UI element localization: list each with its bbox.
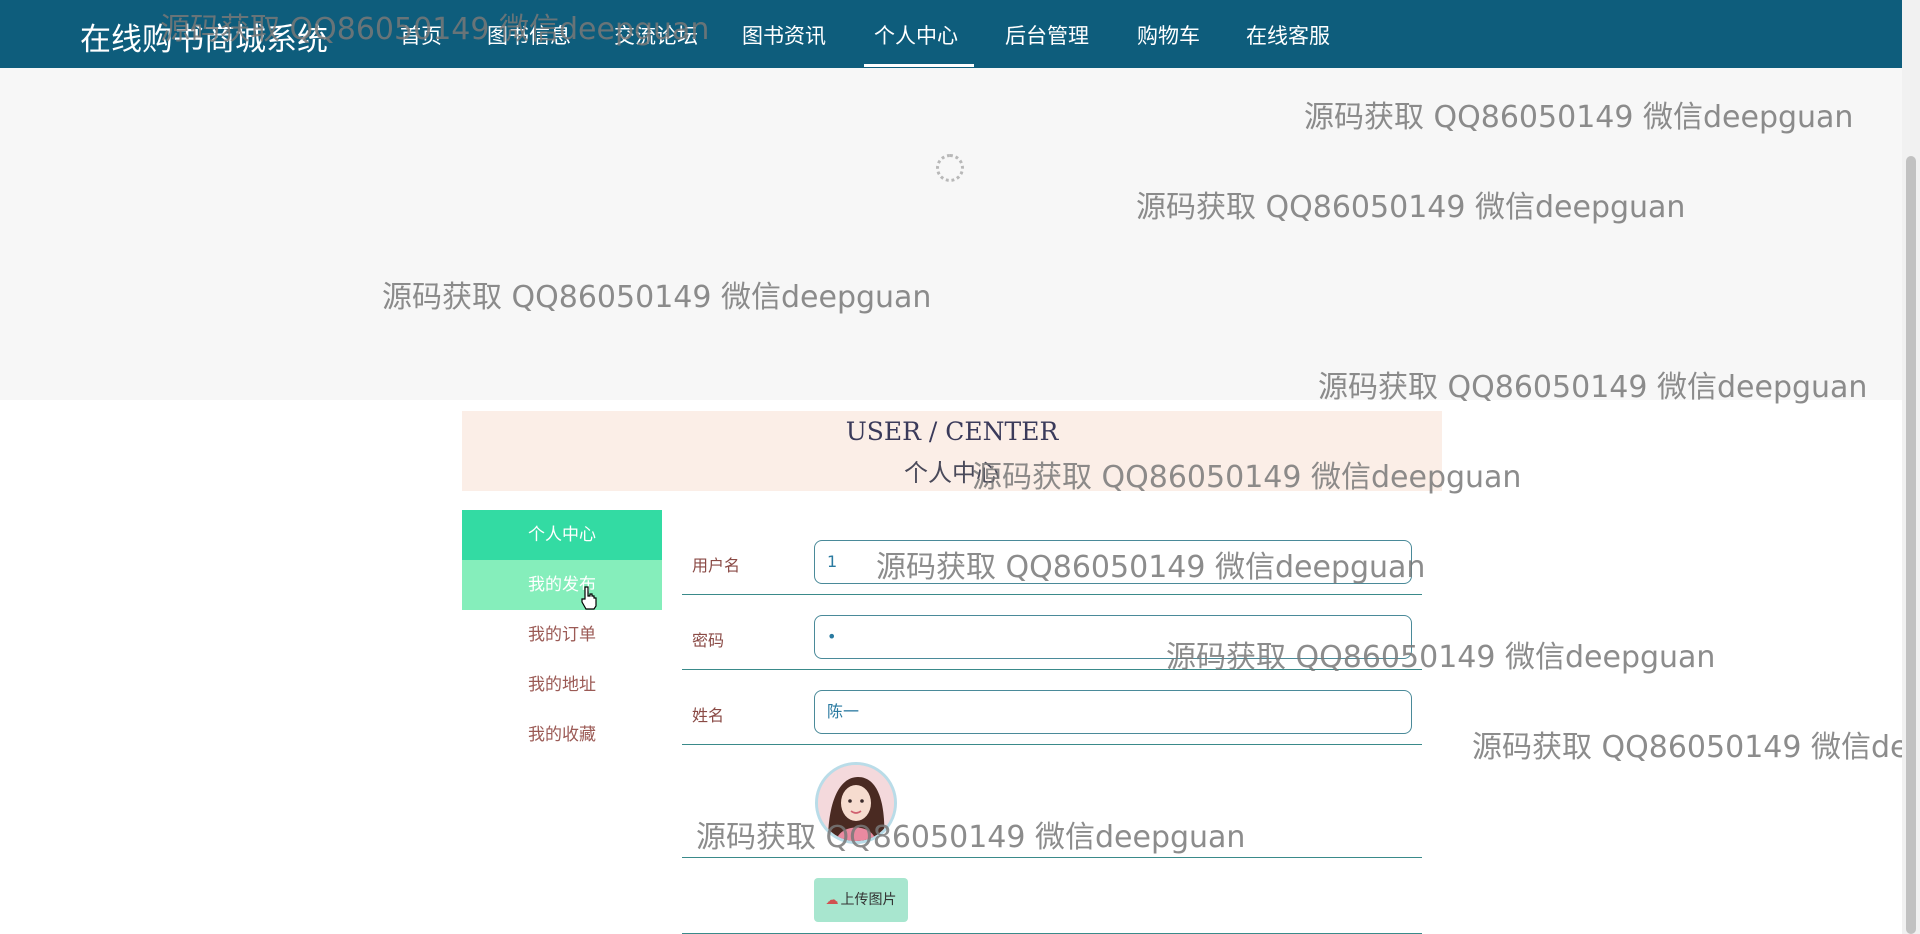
name-field[interactable]: 陈一 <box>814 690 1412 734</box>
password-field[interactable]: • <box>814 615 1412 659</box>
pointer-cursor-icon <box>581 586 597 610</box>
page-title-cn: 个人中心 <box>904 459 1000 487</box>
avatar <box>815 762 897 844</box>
nav-home[interactable]: 首页 <box>400 20 442 50</box>
banner-slider <box>0 68 1902 400</box>
nav-books[interactable]: 图书信息 <box>487 20 571 50</box>
form-row-upload <box>682 858 1422 934</box>
nav-cart[interactable]: 购物车 <box>1137 20 1200 50</box>
username-label: 用户名 <box>692 556 741 575</box>
cloud-upload-icon: ☁ <box>825 893 839 908</box>
side-menu-my-orders[interactable]: 我的订单 <box>462 610 662 660</box>
nav-forum[interactable]: 交流论坛 <box>614 20 698 50</box>
watermark-text: 源码获取 QQ86050149 微信deepguan <box>1472 730 1902 765</box>
upload-image-button[interactable]: ☁ 上传图片 <box>814 878 908 922</box>
password-label: 密码 <box>692 631 725 650</box>
form-row-avatar <box>682 745 1422 858</box>
username-field[interactable]: 1 <box>814 540 1412 584</box>
side-menu-my-addresses[interactable]: 我的地址 <box>462 660 662 710</box>
loading-spinner-icon <box>936 154 964 182</box>
side-menu-my-posts[interactable]: 我的发布 <box>462 560 662 610</box>
upload-label: 上传图片 <box>840 892 897 908</box>
nav-active-indicator <box>864 64 974 67</box>
site-brand[interactable]: 在线购书商城系统 <box>80 14 328 59</box>
scrollbar-thumb[interactable] <box>1906 156 1916 934</box>
nav-admin[interactable]: 后台管理 <box>1005 20 1089 50</box>
top-navbar: 在线购书商城系统 首页 图书信息 交流论坛 图书资讯 个人中心 后台管理 购物车… <box>0 0 1902 68</box>
side-menu-my-favorites[interactable]: 我的收藏 <box>462 710 662 760</box>
page-title-strip: USER / CENTER 个人中心 <box>462 411 1442 491</box>
nav-news[interactable]: 图书资讯 <box>742 20 826 50</box>
nav-support[interactable]: 在线客服 <box>1246 20 1330 50</box>
name-label: 姓名 <box>692 706 725 725</box>
nav-user-center[interactable]: 个人中心 <box>874 20 958 50</box>
form-row-password: 密码 • <box>682 595 1422 670</box>
form-row-name: 姓名 陈一 <box>682 670 1422 745</box>
form-row-username: 用户名 1 <box>682 520 1422 595</box>
page-title-en: USER / CENTER <box>845 417 1059 446</box>
side-menu-user-center[interactable]: 个人中心 <box>462 510 662 560</box>
